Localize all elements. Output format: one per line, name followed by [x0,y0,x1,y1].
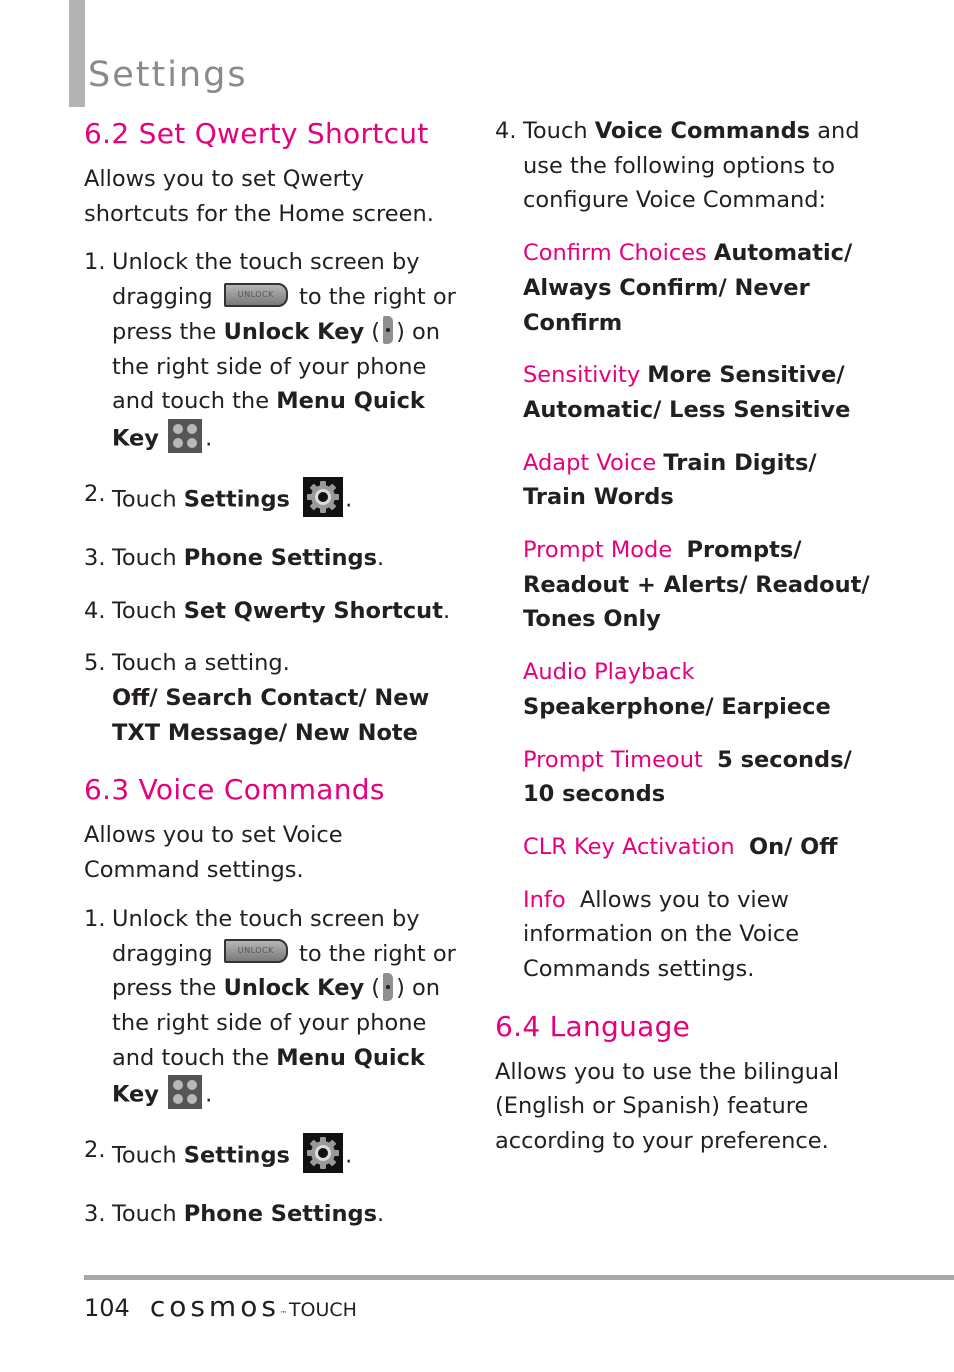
voice-commands-label: Voice Commands [594,118,811,144]
unlock-slider-icon: UNLOCK [223,282,288,307]
step-text: Touch [112,486,177,513]
step-text: ( [371,318,381,345]
option-values: Speakerphone/ Earpiece [523,693,831,720]
step-number: 2. [84,1137,106,1164]
language-intro: Allows you to use the bilingual (English… [495,1058,840,1155]
voice-option: CLR Key Activation On/ Off [523,830,875,865]
settings-label: Settings [183,1142,290,1169]
step-number: 1. [84,249,106,276]
section-heading-voice: 6.3 Voice Commands [84,773,385,807]
qwerty-step-2: 2. Touch Settings . [84,476,464,523]
step-text: Touch [112,597,177,624]
option-label: Confirm Choices [523,240,707,267]
step-number: 3. [84,1201,106,1228]
option-label: Adapt Voice [523,449,657,476]
option-label: Info [523,886,566,913]
qwerty-step-1: 1. Unlock the touch screen by dragging U… [84,245,464,459]
option-label: Prompt Timeout [523,746,703,773]
unlock-key-icon [383,316,394,345]
unlock-slider-icon: UNLOCK [223,939,288,964]
step-text: . [377,1201,385,1228]
voice-step-2: 2. Touch Settings . [84,1133,464,1179]
option-label: Audio Playback [523,659,695,686]
right-column: 4. Touch Voice Commands and use the foll… [495,112,875,1173]
option-label: Prompt Mode [523,537,673,564]
step-text: Touch [112,1142,177,1169]
step-text: ( [371,975,381,1002]
step-text: Touch [523,118,588,144]
voice-option: Prompt Mode Prompts/ Readout + Alerts/ R… [523,533,875,637]
option-label: CLR Key Activation [523,833,735,860]
step-number: 3. [84,544,106,571]
unlock-key-icon [383,972,394,1001]
step-text: Touch a setting. [112,650,290,677]
step-number: 5. [84,650,106,677]
step-text: . [205,425,213,452]
step-number: 1. [84,905,106,932]
set-qwerty-shortcut-label: Set Qwerty Shortcut [183,597,443,624]
qwerty-step-5: 5. Touch a setting. Off/ Search Contact/… [84,646,464,750]
voice-option: Prompt Timeout 5 seconds/ 10 seconds [523,743,875,812]
trademark-symbol: ™ [279,1310,287,1318]
step-text: . [377,544,385,571]
voice-intro: Allows you to set Voice Command settings… [84,822,343,884]
step-text: . [205,1081,213,1108]
phone-settings-label: Phone Settings [183,1201,378,1228]
unlock-key-label: Unlock Key [223,318,365,345]
page-title: Settings [88,55,248,96]
footer-rule [84,1275,954,1280]
page-number: 104 [84,1294,130,1322]
left-column: 6.2 Set Qwerty Shortcut Allows you to se… [84,112,464,1250]
voice-option: Audio Playback Speakerphone/ Earpiece [523,655,875,724]
step-text: . [345,1142,353,1169]
settings-gear-icon [303,1133,344,1174]
step-text: . [345,486,353,513]
step-number: 4. [495,118,517,144]
qwerty-step-4: 4. Touch Set Qwerty Shortcut. [84,594,464,629]
qwerty-options: Off/ Search Contact/ New TXT Message/ Ne… [112,685,430,746]
voice-step-4: 4. Touch Voice Commands and use the foll… [495,114,875,218]
menu-quick-key-icon [168,1075,203,1110]
voice-option: Sensitivity More Sensitive/ Automatic/ L… [523,358,875,427]
step-text: Touch [112,544,177,571]
step-text: . [442,597,451,624]
voice-option: Info Allows you to view information on t… [523,883,875,987]
unlock-key-label: Unlock Key [223,975,365,1002]
qwerty-intro: Allows you to set Qwerty shortcuts for t… [84,166,434,227]
step-number: 2. [84,480,106,507]
phone-settings-label: Phone Settings [183,544,378,571]
settings-label: Settings [183,486,290,513]
voice-option: Adapt Voice Train Digits/ Train Words [523,446,875,515]
voice-option: Confirm Choices Automatic/ Always Confir… [523,236,875,340]
qwerty-step-3: 3. Touch Phone Settings. [84,541,464,576]
header-bar [69,0,85,107]
section-heading-qwerty: 6.2 Set Qwerty Shortcut [84,117,429,150]
footer: 104 cosmos ™ TOUCH [84,1290,357,1323]
section-heading-language: 6.4 Language [495,1009,691,1043]
option-values: On/ Off [748,833,838,860]
step-number: 4. [84,597,106,624]
brand-logo: cosmos [149,1290,280,1323]
settings-gear-icon [303,476,344,517]
brand-suffix: TOUCH [288,1299,357,1321]
voice-step-1: 1. Unlock the touch screen by dragging U… [84,902,464,1116]
voice-step-3: 3. Touch Phone Settings. [84,1197,464,1232]
option-label: Sensitivity [523,362,641,389]
step-text: Touch [112,1201,177,1228]
menu-quick-key-icon [168,418,203,453]
